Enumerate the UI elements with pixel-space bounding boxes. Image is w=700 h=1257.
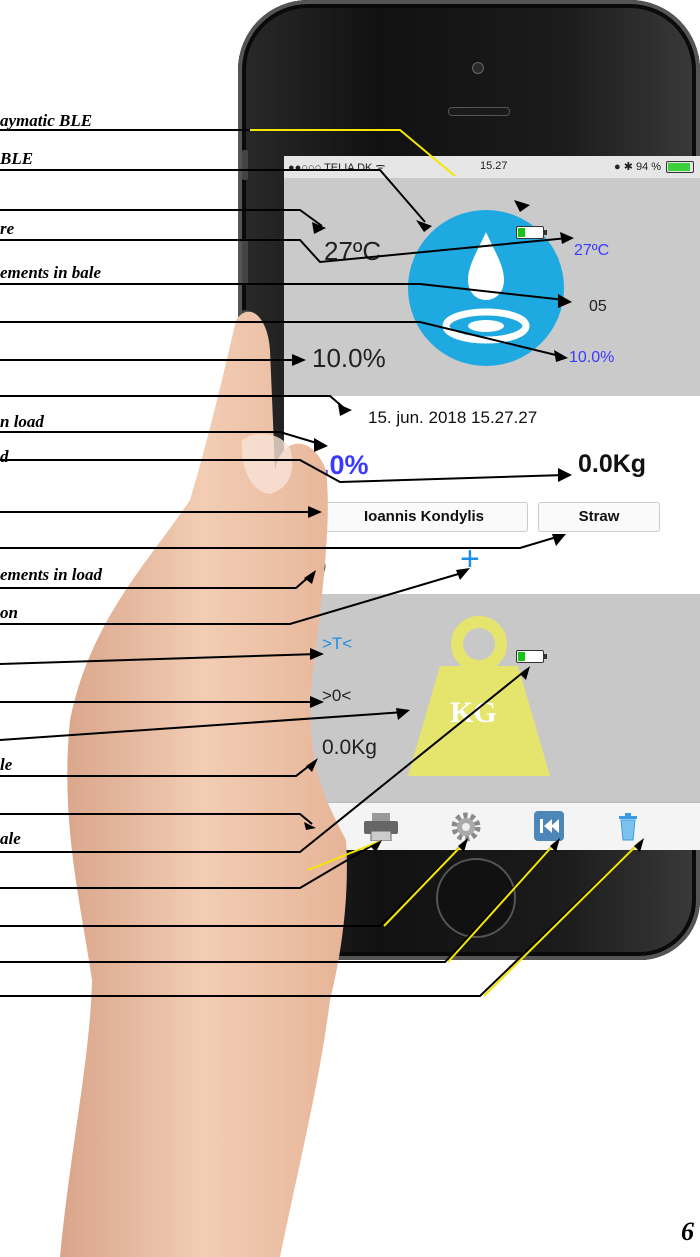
arrowhead <box>310 696 324 708</box>
arrowhead <box>338 404 352 416</box>
annotation-label: ale <box>0 829 21 848</box>
arrowhead <box>308 506 322 518</box>
arrowhead <box>456 568 470 580</box>
callout-line <box>0 209 323 227</box>
arrowhead <box>558 468 572 482</box>
arrowhead <box>306 758 318 772</box>
arrowhead <box>558 294 572 308</box>
callout-line <box>0 395 345 409</box>
annotation-label: ements in bale <box>0 263 102 282</box>
arrowhead <box>458 838 468 852</box>
callout-line <box>0 431 321 445</box>
arrowhead <box>396 708 410 720</box>
callout-line-yellow <box>483 841 641 997</box>
arrowhead <box>292 354 306 366</box>
callout-line-yellow <box>383 841 466 927</box>
callout-line-yellow <box>447 841 557 963</box>
callout-line <box>0 321 561 357</box>
annotation-label: n load <box>0 412 44 431</box>
callout-line <box>0 237 569 264</box>
callout-lines <box>0 129 644 997</box>
annotation-label: d <box>0 447 9 466</box>
annotation-label: on <box>0 603 18 622</box>
callout-line <box>0 711 406 741</box>
arrowhead <box>310 648 324 660</box>
arrowhead <box>520 666 530 680</box>
annotation-label: ements in load <box>0 565 103 584</box>
annotation-label: BLE <box>0 149 34 168</box>
arrowhead <box>554 350 568 362</box>
callout-line <box>0 169 426 223</box>
callout-line <box>0 653 319 665</box>
arrowhead <box>304 570 316 584</box>
annotation-label: le <box>0 755 13 774</box>
callout-line <box>0 535 561 549</box>
callout-line-yellow <box>307 841 379 871</box>
arrowhead <box>634 838 644 852</box>
arrowhead <box>514 200 530 212</box>
arrowhead <box>560 232 574 244</box>
callout-line <box>0 459 566 484</box>
arrowhead <box>552 534 566 546</box>
callout-line <box>0 761 315 777</box>
annotation-label: aymatic BLE <box>0 111 93 130</box>
arrowhead <box>314 438 328 452</box>
callout-line <box>0 841 557 963</box>
callout-line <box>0 283 566 301</box>
annotation-label: re <box>0 219 15 238</box>
page-number: 6 <box>681 1217 694 1246</box>
callout-line <box>0 669 527 853</box>
callout-line <box>0 813 313 825</box>
arrowhead <box>550 838 560 852</box>
